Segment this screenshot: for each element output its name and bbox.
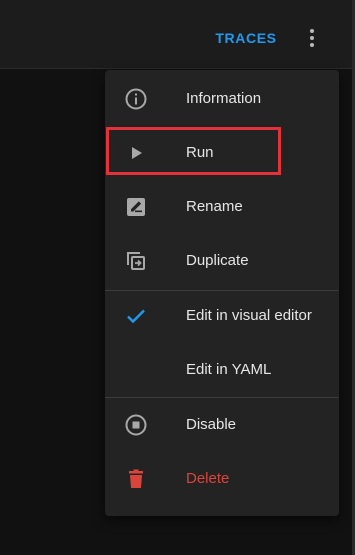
menu-item-duplicate[interactable]: Duplicate [105, 234, 339, 288]
check-icon [127, 309, 145, 324]
info-icon [125, 88, 147, 110]
duplicate-icon [127, 252, 145, 270]
menu-item-label: Edit in YAML [186, 361, 272, 378]
app-screen: TRACES Information Run Rename Duplicate … [0, 0, 355, 555]
highlight-box [106, 127, 281, 175]
menu-item-label: Information [186, 90, 262, 107]
menu-item-information[interactable]: Information [105, 72, 339, 126]
menu-item-label: Disable [186, 416, 237, 433]
traces-button[interactable]: TRACES [210, 26, 282, 50]
menu-item-disable[interactable]: Disable [105, 398, 339, 452]
trash-icon [129, 469, 143, 488]
menu-item-label: Delete [186, 470, 230, 487]
rename-icon [127, 198, 145, 216]
menu-item-edit-yaml[interactable]: Edit in YAML [105, 343, 339, 397]
menu-item-label: Edit in visual editor [186, 307, 312, 324]
menu-item-rename[interactable]: Rename [105, 180, 339, 234]
menu-item-delete[interactable]: Delete [105, 452, 339, 506]
more-vert-icon[interactable] [300, 24, 324, 52]
menu-item-edit-visual[interactable]: Edit in visual editor [105, 289, 339, 343]
menu-item-label: Rename [186, 198, 243, 215]
top-app-bar: TRACES [0, 0, 355, 69]
stop-circle-icon [125, 414, 147, 436]
menu-item-label: Duplicate [186, 252, 249, 269]
